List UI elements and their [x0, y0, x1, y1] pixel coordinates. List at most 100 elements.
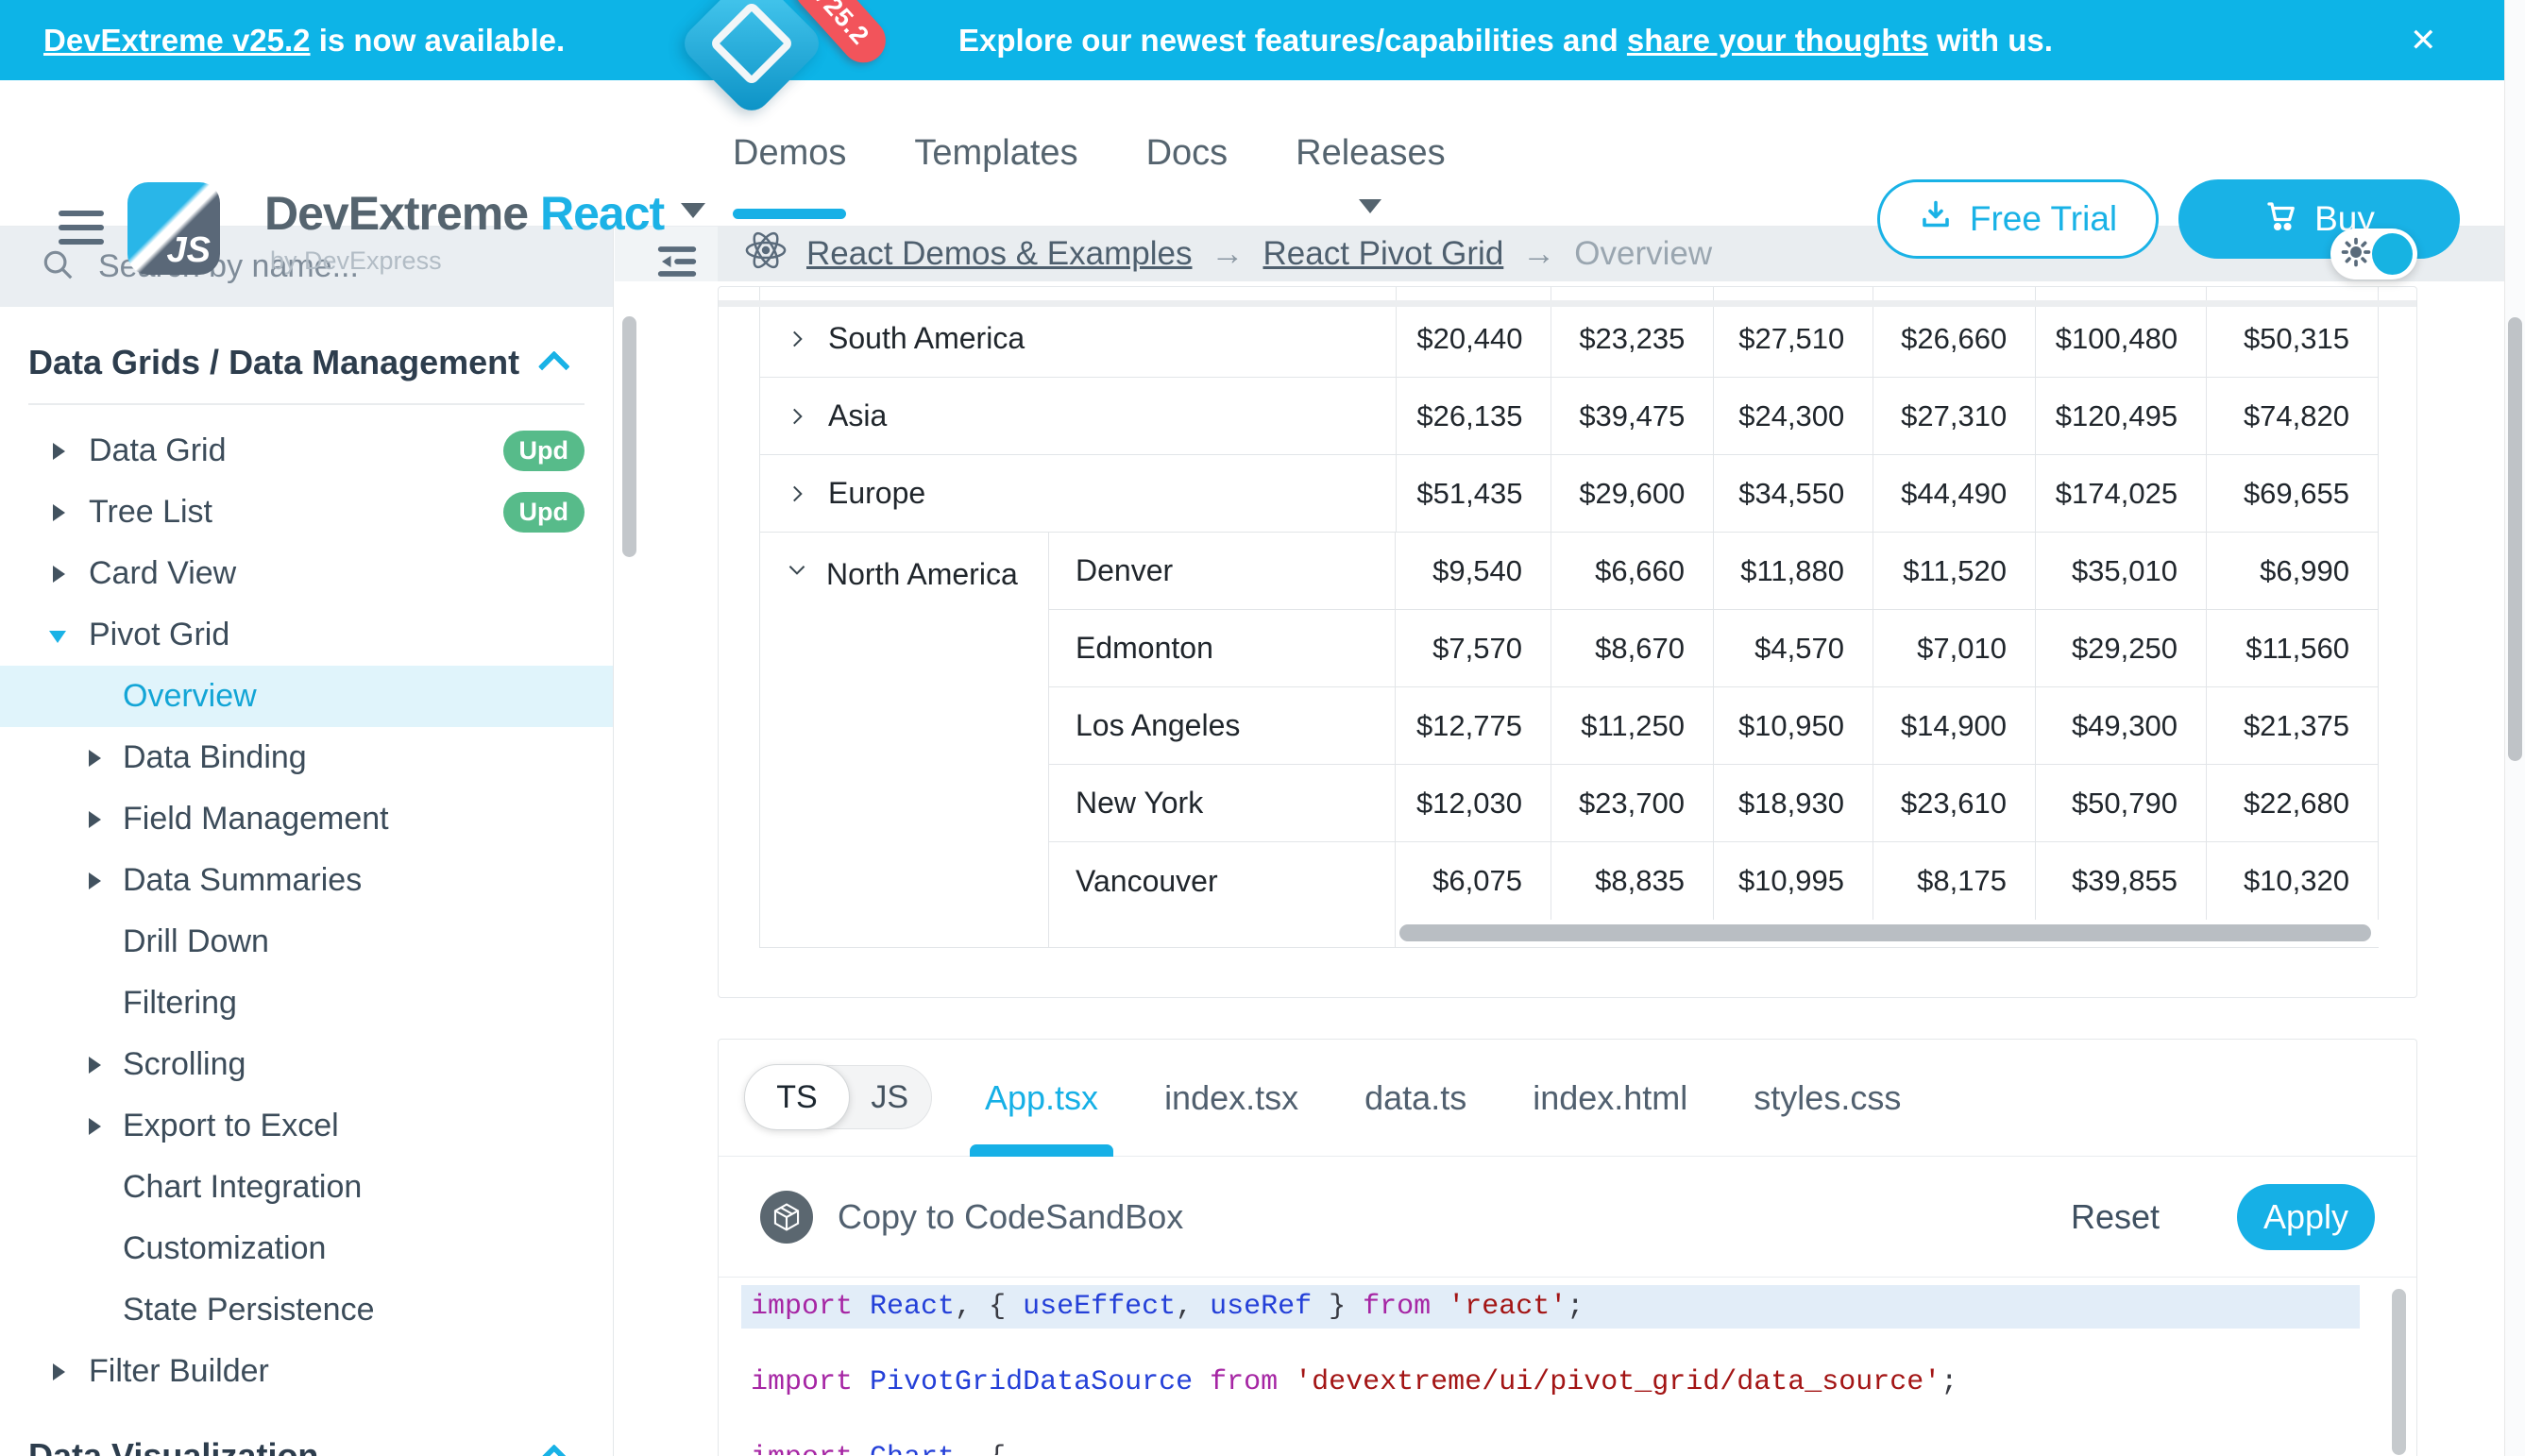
- horizontal-scrollbar-thumb[interactable]: [1399, 924, 2371, 941]
- file-tabs: App.tsx index.tsx data.ts index.html sty…: [985, 1040, 1901, 1157]
- reset-button[interactable]: Reset: [2071, 1197, 2160, 1237]
- banner-close-icon[interactable]: ✕: [2410, 0, 2437, 80]
- sidebar-item-drill-down[interactable]: Drill Down: [0, 911, 613, 973]
- pivot-value-cell: $7,010: [1873, 610, 2036, 686]
- triangle-right-icon[interactable]: [89, 1118, 101, 1135]
- expand-row-icon[interactable]: [785, 482, 809, 506]
- react-icon: [744, 229, 788, 280]
- page-scrollbar-thumb[interactable]: [2508, 317, 2522, 761]
- chevron-up-icon[interactable]: [538, 350, 570, 382]
- pivot-value-cell: $29,250: [2036, 610, 2207, 686]
- language-switch-js[interactable]: JS: [871, 1066, 908, 1128]
- triangle-right-icon[interactable]: [53, 443, 65, 460]
- triangle-right-icon[interactable]: [53, 1363, 65, 1380]
- tab-app-tsx[interactable]: App.tsx: [985, 1040, 1098, 1157]
- tab-index-tsx[interactable]: index.tsx: [1164, 1040, 1298, 1157]
- sidebar-item-filtering[interactable]: Filtering: [0, 973, 613, 1034]
- sidebar-item-card-view[interactable]: Card View: [0, 543, 613, 604]
- pivot-value-cell: $7,570: [1396, 610, 1551, 686]
- sidebar-item-data-grid[interactable]: Data GridUpd: [0, 420, 613, 482]
- city-label-cell[interactable]: New York: [1049, 765, 1396, 841]
- sidebar-item-state-persistence[interactable]: State Persistence: [0, 1279, 613, 1341]
- pivot-table: South America $20,440 $23,235 $27,510 $2…: [759, 287, 2379, 948]
- triangle-right-icon[interactable]: [53, 566, 65, 583]
- triangle-right-icon[interactable]: [53, 504, 65, 521]
- collapse-sidebar-icon[interactable]: [652, 237, 702, 291]
- pivot-value-cell: $12,030: [1396, 765, 1551, 841]
- language-switch-ts[interactable]: TS: [744, 1064, 850, 1130]
- nav-releases[interactable]: Releases: [1296, 80, 1445, 227]
- apply-button[interactable]: Apply: [2237, 1184, 2375, 1250]
- triangle-right-icon[interactable]: [89, 750, 101, 767]
- banner-version-link[interactable]: DevExtreme v25.2: [43, 23, 311, 59]
- section-data-grids[interactable]: Data Grids / Data Management: [0, 330, 613, 396]
- item-label: Data Grid: [89, 432, 227, 469]
- sidebar-item-scrolling[interactable]: Scrolling: [0, 1034, 613, 1095]
- expand-row-icon[interactable]: [785, 327, 809, 351]
- sidebar-item-filter-builder[interactable]: Filter Builder: [0, 1341, 613, 1402]
- theme-toggle[interactable]: [2330, 229, 2417, 279]
- devextreme-js-logo[interactable]: JS: [127, 182, 220, 275]
- sidebar-scrollbar-thumb[interactable]: [622, 316, 636, 557]
- sidebar-item-data-summaries[interactable]: Data Summaries: [0, 850, 613, 911]
- page-scrollbar[interactable]: [2504, 0, 2525, 1456]
- section-data-visualization-label: Data Visualization: [28, 1436, 318, 1456]
- code-scrollbar[interactable]: [2392, 1289, 2406, 1455]
- code-token: from: [1210, 1366, 1278, 1398]
- sidebar-item-chart-integration[interactable]: Chart Integration: [0, 1157, 613, 1218]
- city-label-cell[interactable]: Vancouver: [1049, 842, 1396, 920]
- language-switch[interactable]: TS JS: [745, 1065, 932, 1129]
- pivot-value-cell: $21,375: [2207, 687, 2379, 764]
- section-data-grids-label: Data Grids / Data Management: [28, 343, 519, 382]
- free-trial-button[interactable]: Free Trial: [1877, 179, 2159, 259]
- sidebar-item-tree-list[interactable]: Tree ListUpd: [0, 482, 613, 543]
- codesandbox-icon[interactable]: [760, 1191, 813, 1244]
- nav-templates[interactable]: Templates: [914, 80, 1077, 227]
- row-label-cell[interactable]: Europe: [760, 455, 1397, 532]
- triangle-right-icon[interactable]: [89, 872, 101, 889]
- city-label-cell[interactable]: Edmonton: [1049, 610, 1396, 686]
- code-editor[interactable]: import React, { useEffect, useRef } from…: [719, 1278, 2416, 1455]
- table-row-clipped: [760, 287, 2379, 300]
- code-token: 'devextreme/ui/pivot_grid/data_source': [1295, 1366, 1940, 1398]
- hamburger-menu-icon[interactable]: [59, 211, 104, 253]
- horizontal-scrollbar[interactable]: [1396, 920, 2379, 947]
- codesandbox-label[interactable]: Copy to CodeSandBox: [838, 1197, 1183, 1237]
- nav-docs[interactable]: Docs: [1146, 80, 1229, 227]
- tab-data-ts[interactable]: data.ts: [1364, 1040, 1466, 1157]
- sidebar-item-overview[interactable]: Overview: [0, 666, 613, 727]
- pivot-value-cell: $11,520: [1873, 533, 2036, 609]
- sidebar-item-field-management[interactable]: Field Management: [0, 788, 613, 850]
- row-label-cell[interactable]: Asia: [760, 378, 1397, 454]
- sidebar-item-customization[interactable]: Customization: [0, 1218, 613, 1279]
- section-data-visualization[interactable]: Data Visualization: [0, 1423, 613, 1456]
- code-scrollbar-thumb[interactable]: [2392, 1289, 2406, 1455]
- brand-title[interactable]: DevExtreme React: [264, 186, 705, 241]
- item-label: Scrolling: [123, 1046, 246, 1083]
- tab-styles-css[interactable]: styles.css: [1754, 1040, 1901, 1157]
- city-label-cell[interactable]: Los Angeles: [1049, 687, 1396, 764]
- pivot-value-cell: $51,435: [1397, 455, 1552, 532]
- breadcrumb-demos-link[interactable]: React Demos & Examples: [806, 235, 1192, 273]
- code-token: useRef: [1210, 1291, 1312, 1323]
- framework-dropdown-caret-icon[interactable]: [681, 203, 705, 218]
- buy-button[interactable]: Buy: [2178, 179, 2460, 259]
- tab-index-html[interactable]: index.html: [1533, 1040, 1687, 1157]
- row-label-cell[interactable]: North America: [760, 533, 1049, 947]
- expand-row-icon[interactable]: [785, 404, 809, 429]
- sidebar-item-export-to-excel[interactable]: Export to Excel: [0, 1095, 613, 1157]
- pivot-value-cell: $69,655: [2207, 455, 2379, 532]
- row-label-cell[interactable]: South America: [760, 300, 1397, 377]
- collapse-row-icon[interactable]: [785, 557, 809, 582]
- triangle-right-icon[interactable]: [89, 1057, 101, 1074]
- chevron-up-icon[interactable]: [538, 1444, 570, 1456]
- triangle-down-icon[interactable]: [49, 631, 66, 643]
- breadcrumb-pivot-grid-link[interactable]: React Pivot Grid: [1262, 235, 1503, 273]
- city-label-cell[interactable]: Denver: [1049, 533, 1396, 609]
- triangle-right-icon[interactable]: [89, 811, 101, 828]
- sidebar-item-data-binding[interactable]: Data Binding: [0, 727, 613, 788]
- theme-toggle-knob[interactable]: [2372, 233, 2413, 275]
- share-thoughts-link[interactable]: share your thoughts: [1627, 23, 1928, 59]
- sidebar-item-pivot-grid[interactable]: Pivot Grid: [0, 604, 613, 666]
- pivot-value-cell: $6,660: [1551, 533, 1714, 609]
